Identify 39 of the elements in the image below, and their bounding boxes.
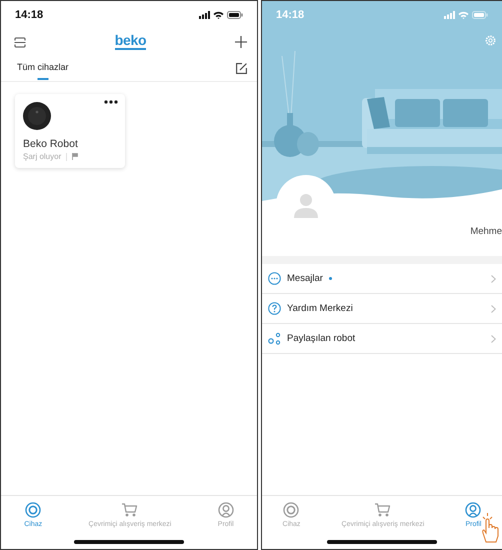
tab[interactable]: Tüm cihazlar bbox=[17, 56, 69, 80]
chevron-icon bbox=[491, 274, 496, 282]
chevron-icon bbox=[491, 304, 496, 312]
signal-icon bbox=[199, 11, 210, 19]
chevron-icon bbox=[491, 334, 496, 342]
wifi-icon bbox=[458, 11, 469, 19]
menu-label: Mesajlar bbox=[287, 273, 323, 284]
plus-icon[interactable] bbox=[234, 36, 247, 48]
device-name: Beko Robot bbox=[23, 138, 79, 150]
share-nodes-icon bbox=[268, 332, 281, 345]
menu-item[interactable]: Mesajlar bbox=[262, 264, 502, 294]
target-icon bbox=[283, 502, 300, 518]
target-icon bbox=[25, 502, 42, 518]
device-card[interactable]: Beko Robot Şarj oluyor bbox=[15, 94, 125, 168]
cart-icon bbox=[374, 502, 392, 518]
scan-icon bbox=[14, 36, 26, 48]
wifi-icon bbox=[213, 11, 224, 19]
person-icon bbox=[293, 192, 319, 218]
user-name: Mehme bbox=[470, 226, 502, 237]
battery-icon bbox=[472, 11, 488, 19]
menu-label: Paylaşılan robot bbox=[287, 333, 356, 344]
signal-icon bbox=[444, 11, 455, 19]
chat-icon bbox=[268, 272, 281, 285]
status-time: 14:18 bbox=[15, 9, 44, 21]
more-icon[interactable] bbox=[104, 100, 118, 104]
profile-icon bbox=[218, 502, 234, 518]
cart-icon bbox=[121, 502, 138, 518]
flag-icon bbox=[72, 153, 78, 160]
battery-icon bbox=[227, 11, 243, 19]
menu-item[interactable]: Yardım Merkezi bbox=[262, 294, 502, 324]
menu-item[interactable]: Paylaşılan robot bbox=[262, 324, 502, 354]
status-time: 14:18 bbox=[276, 9, 304, 21]
robot-vacuum-icon bbox=[23, 102, 51, 130]
profile-icon bbox=[465, 502, 482, 518]
device-status: Şarj oluyor bbox=[23, 152, 62, 161]
logo: beko bbox=[114, 34, 146, 50]
help-icon bbox=[268, 302, 281, 315]
edit-icon[interactable] bbox=[236, 62, 247, 74]
menu-label: Yardım Merkezi bbox=[287, 303, 353, 314]
